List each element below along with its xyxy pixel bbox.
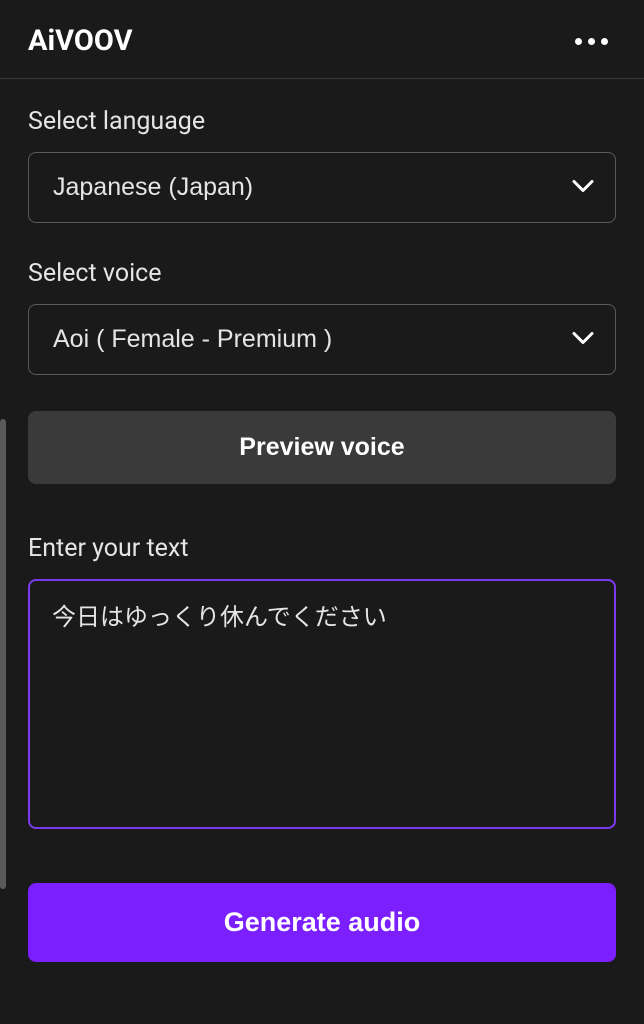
language-select[interactable]: Japanese (Japan) [28, 152, 616, 223]
voice-select[interactable]: Aoi ( Female - Premium ) [28, 304, 616, 375]
text-input[interactable] [28, 579, 616, 829]
language-select-wrapper: Japanese (Japan) [28, 152, 616, 223]
app-title: AiVOOV [28, 24, 133, 58]
content: Select language Japanese (Japan) Select … [0, 79, 644, 962]
generate-audio-button[interactable]: Generate audio [28, 883, 616, 962]
voice-select-wrapper: Aoi ( Female - Premium ) [28, 304, 616, 375]
text-label: Enter your text [28, 534, 616, 563]
scroll-indicator[interactable] [0, 419, 6, 889]
text-input-wrapper [28, 579, 616, 833]
preview-voice-button[interactable]: Preview voice [28, 411, 616, 484]
voice-label: Select voice [28, 259, 616, 288]
header: AiVOOV [0, 0, 644, 79]
more-menu-icon[interactable] [567, 30, 616, 53]
language-label: Select language [28, 107, 616, 136]
